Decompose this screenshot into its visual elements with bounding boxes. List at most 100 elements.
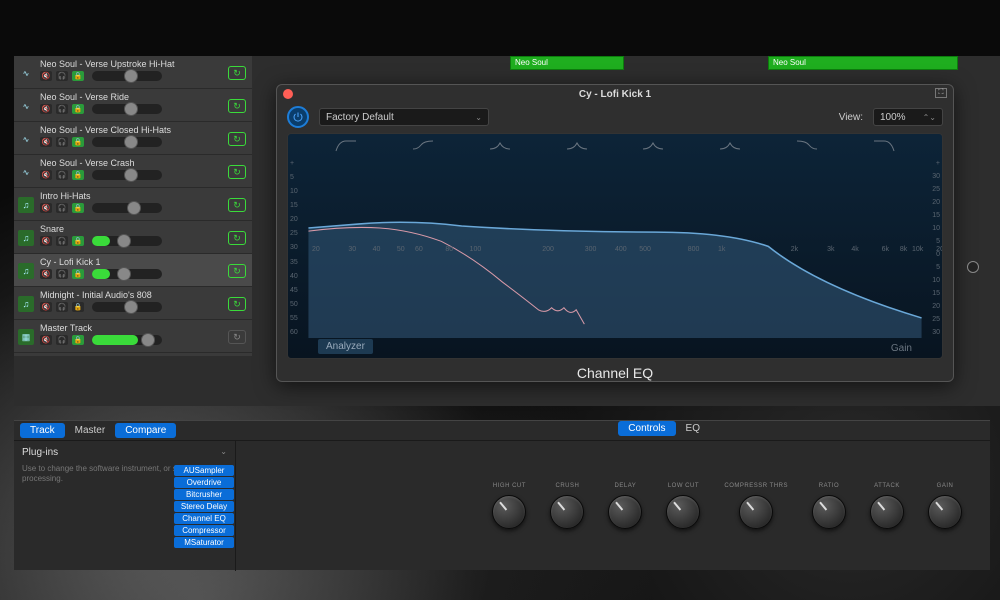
mute-button[interactable]: 🔇 xyxy=(40,170,52,180)
mute-button[interactable]: 🔇 xyxy=(40,236,52,246)
loop-button[interactable]: ↻ xyxy=(228,297,246,311)
volume-slider[interactable] xyxy=(92,104,162,114)
loop-button[interactable]: ↻ xyxy=(228,132,246,146)
mute-button[interactable]: 🔇 xyxy=(40,71,52,81)
power-button[interactable] xyxy=(287,106,309,128)
headphone-button[interactable]: 🎧 xyxy=(56,170,68,180)
knob-label: HIGH CUT xyxy=(493,483,526,489)
volume-slider[interactable] xyxy=(92,137,162,147)
knob[interactable] xyxy=(870,495,904,529)
headphone-button[interactable]: 🎧 xyxy=(56,71,68,81)
volume-slider[interactable] xyxy=(92,335,162,345)
track-row[interactable]: ∿ Neo Soul - Verse Crash 🔇 🎧 🔒 ↻ xyxy=(14,155,252,188)
track-name: Neo Soul - Verse Upstroke Hi-Hat xyxy=(40,59,246,69)
analyzer-button[interactable]: Analyzer xyxy=(318,339,373,354)
loop-button[interactable]: ↻ xyxy=(228,198,246,212)
lock-button[interactable]: 🔒 xyxy=(72,203,84,213)
knob[interactable] xyxy=(928,495,962,529)
chevron-down-icon[interactable]: ⌄ xyxy=(220,447,227,458)
lock-button[interactable]: 🔒 xyxy=(72,137,84,147)
volume-slider[interactable] xyxy=(92,203,162,213)
plugin-window: Cy - Lofi Kick 1 ⛶ Factory Default ⌄ Vie… xyxy=(276,84,954,382)
track-type-icon: ▦ xyxy=(18,329,34,345)
track-name: Neo Soul - Verse Crash xyxy=(40,158,246,168)
knob-delay: DELAY xyxy=(608,483,642,529)
region[interactable]: Neo Soul xyxy=(768,56,958,70)
plugin-chip[interactable]: Compressor xyxy=(174,525,234,536)
track-type-icon: ♫ xyxy=(18,230,34,246)
loop-button[interactable]: ↻ xyxy=(228,330,246,344)
knob-gain: GAIN xyxy=(928,483,962,529)
track-row[interactable]: ♫ Snare 🔇 🎧 🔒 ↻ xyxy=(14,221,252,254)
mute-button[interactable]: 🔇 xyxy=(40,203,52,213)
inspector-tabs-right: ControlsEQ xyxy=(618,421,710,436)
expand-icon[interactable]: ⛶ xyxy=(935,88,947,98)
loop-button[interactable]: ↻ xyxy=(228,264,246,278)
knob[interactable] xyxy=(608,495,642,529)
volume-slider[interactable] xyxy=(92,236,162,246)
tab-eq[interactable]: EQ xyxy=(676,421,710,436)
knob[interactable] xyxy=(550,495,584,529)
knob[interactable] xyxy=(492,495,526,529)
track-row[interactable]: ♫ Midnight - Initial Audio's 808 🔇 🎧 🔒 ↻ xyxy=(14,287,252,320)
loop-button[interactable]: ↻ xyxy=(228,66,246,80)
headphone-button[interactable]: 🎧 xyxy=(56,236,68,246)
knob[interactable] xyxy=(812,495,846,529)
track-row[interactable]: ♫ Cy - Lofi Kick 1 🔇 🎧 🔒 ↻ xyxy=(14,254,252,287)
mute-button[interactable]: 🔇 xyxy=(40,104,52,114)
knob-label: ATTACK xyxy=(874,483,900,489)
headphone-button[interactable]: 🎧 xyxy=(56,302,68,312)
tab-controls[interactable]: Controls xyxy=(618,421,675,436)
loop-button[interactable]: ↻ xyxy=(228,165,246,179)
lock-button[interactable]: 🔒 xyxy=(72,236,84,246)
mute-button[interactable]: 🔇 xyxy=(40,137,52,147)
inspector-tabs-left: TrackMasterCompare ControlsEQ xyxy=(14,421,990,441)
stepper-icon: ⌃⌄ xyxy=(923,113,936,122)
mute-button[interactable]: 🔇 xyxy=(40,302,52,312)
track-list: ∿ Neo Soul - Verse Upstroke Hi-Hat 🔇 🎧 🔒… xyxy=(14,56,252,356)
mute-button[interactable]: 🔇 xyxy=(40,269,52,279)
loop-button[interactable]: ↻ xyxy=(228,231,246,245)
lock-button[interactable]: 🔒 xyxy=(72,170,84,180)
volume-slider[interactable] xyxy=(92,269,162,279)
eq-output-handle[interactable] xyxy=(967,261,979,273)
knob-label: DELAY xyxy=(615,483,637,489)
volume-slider[interactable] xyxy=(92,71,162,81)
tab-compare[interactable]: Compare xyxy=(115,423,176,438)
plugin-chip[interactable]: MSaturator xyxy=(174,537,234,548)
plugin-chip[interactable]: Channel EQ xyxy=(174,513,234,524)
plugin-titlebar[interactable]: Cy - Lofi Kick 1 ⛶ xyxy=(277,85,953,103)
lock-button[interactable]: 🔒 xyxy=(72,269,84,279)
track-row[interactable]: ♫ Intro Hi-Hats 🔇 🎧 🔒 ↻ xyxy=(14,188,252,221)
loop-button[interactable]: ↻ xyxy=(228,99,246,113)
mute-button[interactable]: 🔇 xyxy=(40,335,52,345)
lock-button[interactable]: 🔒 xyxy=(72,104,84,114)
lock-button[interactable]: 🔒 xyxy=(72,71,84,81)
headphone-button[interactable]: 🎧 xyxy=(56,269,68,279)
headphone-button[interactable]: 🎧 xyxy=(56,137,68,147)
region[interactable]: Neo Soul xyxy=(510,56,624,70)
knob[interactable] xyxy=(739,495,773,529)
view-select[interactable]: 100% ⌃⌄ xyxy=(873,108,943,126)
volume-slider[interactable] xyxy=(92,170,162,180)
plugin-chip[interactable]: AUSampler xyxy=(174,465,234,476)
lock-button[interactable]: 🔒 xyxy=(72,335,84,345)
tab-track[interactable]: Track xyxy=(20,423,65,438)
track-row[interactable]: ∿ Neo Soul - Verse Upstroke Hi-Hat 🔇 🎧 🔒… xyxy=(14,56,252,89)
track-name: Midnight - Initial Audio's 808 xyxy=(40,290,246,300)
volume-slider[interactable] xyxy=(92,302,162,312)
plugin-chip[interactable]: Bitcrusher xyxy=(174,489,234,500)
headphone-button[interactable]: 🎧 xyxy=(56,203,68,213)
lock-button[interactable]: 🔒 xyxy=(72,302,84,312)
headphone-button[interactable]: 🎧 xyxy=(56,104,68,114)
plugin-chip[interactable]: Stereo Delay xyxy=(174,501,234,512)
track-row[interactable]: ∿ Neo Soul - Verse Closed Hi-Hats 🔇 🎧 🔒 … xyxy=(14,122,252,155)
track-row[interactable]: ▦ Master Track 🔇 🎧 🔒 ↻ xyxy=(14,320,252,353)
headphone-button[interactable]: 🎧 xyxy=(56,335,68,345)
preset-select[interactable]: Factory Default ⌄ xyxy=(319,108,489,126)
eq-graph[interactable]: +51015202530354045505560 +30252015105051… xyxy=(287,133,943,359)
track-row[interactable]: ∿ Neo Soul - Verse Ride 🔇 🎧 🔒 ↻ xyxy=(14,89,252,122)
plugin-chip[interactable]: Overdrive xyxy=(174,477,234,488)
tab-master[interactable]: Master xyxy=(65,423,116,438)
knob[interactable] xyxy=(666,495,700,529)
